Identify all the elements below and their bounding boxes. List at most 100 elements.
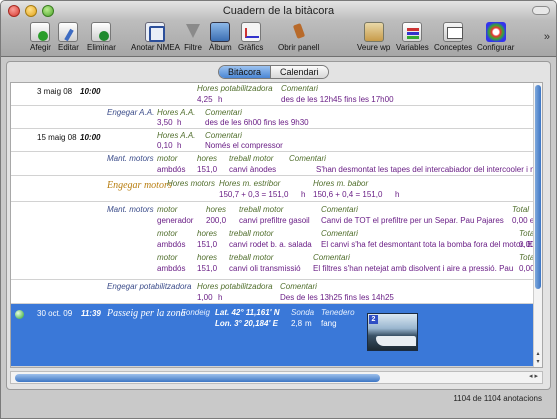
field-label: Hores potabilitzadora [197,84,273,93]
field-value: 3,50 [157,118,173,127]
entry-count: 1104 de 1104 anotacions [453,394,542,403]
scroll-up-arrow-icon[interactable]: ▴ [535,350,541,357]
album-button[interactable]: Àlbum [209,22,232,52]
field-label: hores [197,229,218,238]
list-item[interactable]: Mant. motors motor hores treball motor C… [11,152,542,176]
field-label: hores [197,253,218,262]
list-item[interactable]: Engegar motors Hores motors Hores m. est… [11,176,534,202]
delete-button[interactable]: Eliminar [87,22,116,52]
view-waypoints-button[interactable]: Veure wp [357,22,390,52]
field-label: Comentari [280,282,317,291]
field-value: fang [321,319,337,328]
logbook-list[interactable]: 3 maig 08 10:00 Hores potabilitzadora Co… [10,82,543,368]
field-label: treball motor [239,205,284,214]
concepts-button[interactable]: Conceptes [434,22,472,52]
filter-button[interactable]: Filtre [183,22,203,52]
nmea-icon [145,22,166,42]
title-bar: Cuadern de la bitàcora [1,1,556,21]
scroll-left-arrow-icon[interactable]: ◂ [529,373,533,380]
horizontal-scroll-arrows[interactable]: ◂ ▸ [529,372,538,380]
entry-date: 3 maig 08 [37,87,73,96]
field-value: canvi ànodes [229,165,277,174]
field-label: Comentari [321,229,358,238]
horizontal-scrollbar[interactable]: ◂ ▸ [10,371,543,384]
field-label: Tenedero [321,308,355,317]
field-unit: h [301,190,306,199]
configure-icon [485,22,506,42]
field-label: Comentari [281,84,318,93]
field-label: hores [206,205,227,214]
field-value: Des de les 13h25 fins les 14h25 [280,293,394,302]
field-value: 150,7 + 0,3 = 151,0 [219,190,289,199]
concepts-icon [443,22,464,42]
field-label: treball motor [229,253,274,262]
field-unit: h [177,141,182,150]
minimize-window-button[interactable] [25,5,37,17]
field-label: Comentari [289,154,326,163]
field-label: Hores potabilitzadora [197,282,273,291]
tab-logbook[interactable]: Bitàcora [219,66,272,78]
table-cell: Canvi de TOT el prefiltre per un Separ. … [321,216,504,225]
table-cell: generador [157,216,194,225]
field-value: Només el compressor [205,141,283,150]
field-value: 4,25 [197,95,213,104]
field-label: treball motor [229,229,274,238]
field-label: Hores m. estribor [219,179,281,188]
content-panel: Bitàcora Calendari 3 maig 08 10:00 Hores… [6,61,551,390]
list-item[interactable]: Mant. motors motor hores treball motor C… [11,202,539,280]
configure-button-label: Configurar [477,43,515,52]
toolbar-overflow-button[interactable]: » [544,31,550,43]
field-label: hores [197,154,218,163]
field-value: 2,8 [291,319,303,328]
edit-icon [58,22,79,42]
tab-calendar[interactable]: Calendari [271,66,328,78]
entry-category: Mant. motors [107,205,154,214]
window-title: Cuadern de la bitàcora [222,5,335,17]
horizontal-scroll-thumb[interactable] [15,374,380,382]
close-window-button[interactable] [8,5,20,17]
table-cell: 151,0 [197,240,218,249]
variables-button[interactable]: Variables [396,22,429,52]
field-label: Comentari [321,205,358,214]
latitude-value: Lat. 42° 11,161' N [215,308,280,317]
add-button-label: Afegir [30,43,51,52]
field-label: Hores A.A. [157,108,196,117]
filter-icon [183,22,203,42]
album-button-label: Àlbum [209,43,232,52]
field-value: ambdós [157,165,186,174]
view-tabs: Bitàcora Calendari [218,65,329,79]
toolbar-toggle-button[interactable] [532,6,550,15]
list-item[interactable]: 3 maig 08 10:00 Hores potabilitzadora Co… [11,83,534,106]
scroll-right-arrow-icon[interactable]: ▸ [534,373,538,380]
open-panel-button-label: Obrir panell [278,43,320,52]
variables-icon [402,22,423,42]
photo-thumbnail[interactable]: 2 [367,313,418,351]
waypoint-icon [363,22,384,42]
vertical-scroll-thumb[interactable] [535,85,541,289]
album-icon [210,22,231,42]
list-item[interactable]: 15 maig 08 10:00 Hores A.A. Comentari 0,… [11,129,534,152]
field-value: 1,00 [197,293,213,302]
field-label: Sonda [291,308,315,317]
zoom-window-button[interactable] [42,5,54,17]
app-window: Cuadern de la bitàcora Afegir Editar Eli… [0,0,557,419]
field-label: motor [157,229,178,238]
edit-button[interactable]: Editar [58,22,79,52]
open-panel-button[interactable]: Obrir panell [278,22,319,52]
table-cell: El filtres s'han netejat amb disolvent i… [313,264,514,273]
list-item[interactable]: Engegar potabilitzadora Hores potabilitz… [11,280,534,304]
vertical-scrollbar[interactable]: ▴ ▾ [533,83,542,367]
field-label: motor [157,154,178,163]
log-nmea-button[interactable]: Anotar NMEA [131,22,180,52]
list-item-selected[interactable]: 30 oct. 09 11:39 Passeig per la zona Fon… [11,304,534,367]
scroll-down-arrow-icon[interactable]: ▾ [535,358,541,365]
field-label: Hores motors [167,179,216,188]
add-icon [30,22,51,42]
charts-button[interactable]: Gràfics [238,22,263,52]
list-item[interactable]: Engegar A.A. Hores A.A. Comentari 3,50 h… [11,106,534,129]
configure-button[interactable]: Configurar [477,22,514,52]
field-value: des de les 12h45 fins les 17h00 [281,95,394,104]
status-bar: 1104 de 1104 anotacions [1,390,556,418]
entry-category: Engegar potabilitzadora [107,282,192,291]
add-button[interactable]: Afegir [30,22,51,52]
